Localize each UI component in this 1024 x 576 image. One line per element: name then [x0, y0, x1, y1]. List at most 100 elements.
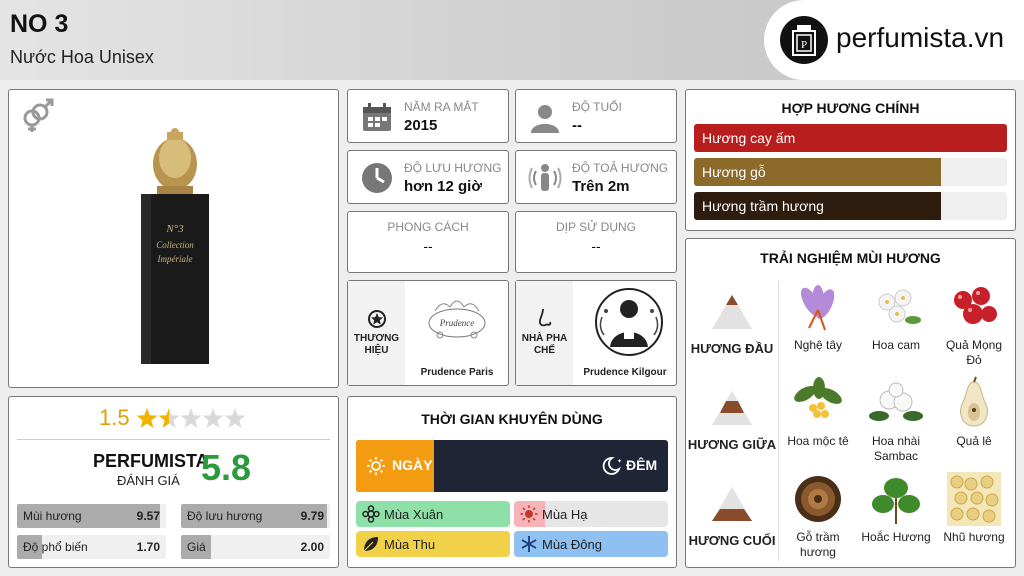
note-item[interactable]: Hoa nhài Sambac [860, 376, 932, 464]
season-winter-label: Mùa Đông [542, 537, 602, 552]
patchouli-image [869, 472, 923, 526]
star-rating-icons[interactable] [135, 407, 255, 436]
score-longevity: Độ lưu hương 9.79 [181, 504, 330, 528]
accord-label: Hương gỗ [702, 164, 766, 180]
score-longevity-value: 9.79 [300, 509, 324, 523]
sun-icon [366, 456, 386, 481]
calendar-icon [360, 100, 394, 134]
stat-occasion: DỊP SỬ DỤNG -- [515, 211, 677, 273]
day-label: NGÀY [392, 457, 433, 473]
note-name: Gỗ trầm hương [796, 530, 840, 559]
night-label: ĐÊM [626, 457, 658, 473]
stat-age-label: ĐỘ TUỔI [572, 100, 622, 114]
snowflake-icon [520, 535, 538, 553]
stat-year-value: 2015 [404, 117, 438, 134]
bottle-label-line2: Collection [156, 240, 194, 250]
day-night-bar: NGÀY ✦ ĐÊM [356, 440, 668, 492]
saffron-image [791, 280, 845, 334]
season-autumn-label: Mùa Thu [384, 537, 436, 552]
star-icon[interactable] [224, 408, 246, 428]
star-rating-value: 1.5 [99, 405, 130, 430]
star-icon[interactable] [136, 408, 158, 428]
score-price: Giá 2.00 [181, 535, 330, 559]
note-name: Hoa mộc tê [787, 434, 849, 448]
brand-logo: Prudence [410, 291, 504, 353]
stat-age: ĐỘ TUỔI -- [515, 89, 677, 143]
frankincense-image [947, 472, 1001, 526]
sun-summer-icon [520, 505, 538, 523]
perfumer-label-area: NHÀ PHA CHẾ [516, 281, 573, 385]
stat-year: NĂM RA MẮT 2015 [347, 89, 509, 143]
base-notes-label: HƯƠNG CUỐI [688, 533, 776, 548]
middle-notes-pyramid-icon [710, 389, 754, 432]
brand-card[interactable]: THƯƠNG HIỆU Prudence Prudence Paris [347, 280, 509, 386]
star-icon[interactable] [202, 408, 224, 428]
score-price-label: Giá [187, 540, 206, 554]
stat-sillage-label: ĐỘ TOẢ HƯƠNG [572, 161, 669, 175]
note-name: Quả lê [956, 434, 992, 448]
note-name: Nhũ hương [943, 530, 1005, 544]
note-item[interactable]: Nhũ hương [938, 472, 1010, 545]
note-item[interactable]: Nghệ tây [782, 280, 854, 353]
stat-style-label: PHONG CÁCH [387, 220, 469, 234]
note-item[interactable]: Gỗ trầm hương [782, 472, 854, 560]
scent-notes-title: TRẢI NGHIỆM MÙI HƯƠNG [760, 250, 941, 266]
perfumer-label-line1: NHÀ PHA [521, 333, 568, 344]
season-summer: Mùa Hạ [514, 501, 668, 527]
score-longevity-label: Độ lưu hương [187, 509, 263, 523]
stat-year-label: NĂM RA MẮT [404, 100, 479, 114]
stat-sillage: ĐỘ TOẢ HƯƠNG Trên 2m [515, 150, 677, 204]
perfumista-label: PERFUMISTA [93, 451, 209, 471]
product-image-panel: N°3 Collection Impériale [8, 89, 339, 388]
brand-name: Prudence Paris [420, 367, 494, 378]
note-item[interactable]: Quả lê [938, 376, 1010, 449]
star-icon[interactable] [158, 408, 180, 428]
top-notes-label: HƯƠNG ĐẦU [690, 341, 774, 356]
stat-occasion-label: DỊP SỬ DỤNG [555, 220, 637, 234]
flower-icon [362, 505, 380, 523]
star-badge-icon [367, 309, 387, 334]
sillage-person-icon [528, 161, 562, 195]
base-notes-pyramid-icon [710, 485, 754, 528]
note-name: Hoa nhài Sambac [871, 434, 921, 463]
brand-label-area: THƯƠNG HIỆU [348, 281, 405, 385]
score-popularity: Độ phổ biến 1.70 [17, 535, 166, 559]
evaluation-label: ĐÁNH GIÁ [117, 473, 180, 488]
score-popularity-value: 1.70 [136, 540, 160, 554]
stat-longevity: ĐỘ LƯU HƯƠNG hơn 12 giờ [347, 150, 509, 204]
clock-icon [360, 161, 394, 195]
brand-logo-text: Prudence [439, 318, 474, 328]
stat-style: PHONG CÁCH -- [347, 211, 509, 273]
stat-longevity-label: ĐỘ LƯU HƯƠNG [404, 161, 502, 175]
note-item[interactable]: Hoa cam [860, 280, 932, 353]
red-berries-image [947, 280, 1001, 334]
note-item[interactable]: Hoắc Hương [860, 472, 932, 545]
star-icon[interactable] [180, 408, 202, 428]
svg-text:✦: ✦ [617, 458, 622, 465]
perfumer-card[interactable]: NHÀ PHA CHẾ Prudence Kilgour [515, 280, 677, 386]
stat-style-value: -- [423, 238, 433, 254]
agarwood-image [791, 472, 845, 526]
page-title: NO 3 [10, 10, 69, 38]
note-name: Nghệ tây [793, 338, 843, 352]
perfumista-score: 5.8 [201, 447, 252, 488]
note-name: Quả Mọng Đỏ [945, 338, 1003, 367]
accord-bar: Hương gỗ [694, 158, 1007, 186]
stat-longevity-value: hơn 12 giờ [404, 178, 483, 195]
pear-image [947, 376, 1001, 430]
perfumer-name: Prudence Kilgour [583, 367, 667, 378]
osmanthus-image [791, 376, 845, 430]
brand-label-line2: HIỆU [364, 345, 389, 356]
perfumer-label-line2: CHẾ [533, 345, 556, 356]
note-item[interactable]: Quả Mọng Đỏ [938, 280, 1010, 368]
leaf-icon [362, 535, 380, 553]
score-scent: Mùi hương 9.57 [17, 504, 166, 528]
stat-occasion-value: -- [591, 238, 601, 254]
perfumer-avatar [594, 287, 664, 357]
main-accords-panel: HỢP HƯƠNG CHÍNH Hương cay ấm Hương gỗ Hư… [685, 89, 1016, 231]
note-item[interactable]: Hoa mộc tê [782, 376, 854, 449]
accord-label: Hương trầm hương [702, 198, 824, 214]
site-logo[interactable]: P perfumista.vn [764, 0, 1024, 80]
jasmine-sambac-image [869, 376, 923, 430]
middle-notes-label: HƯƠNG GIỮA [687, 437, 777, 452]
